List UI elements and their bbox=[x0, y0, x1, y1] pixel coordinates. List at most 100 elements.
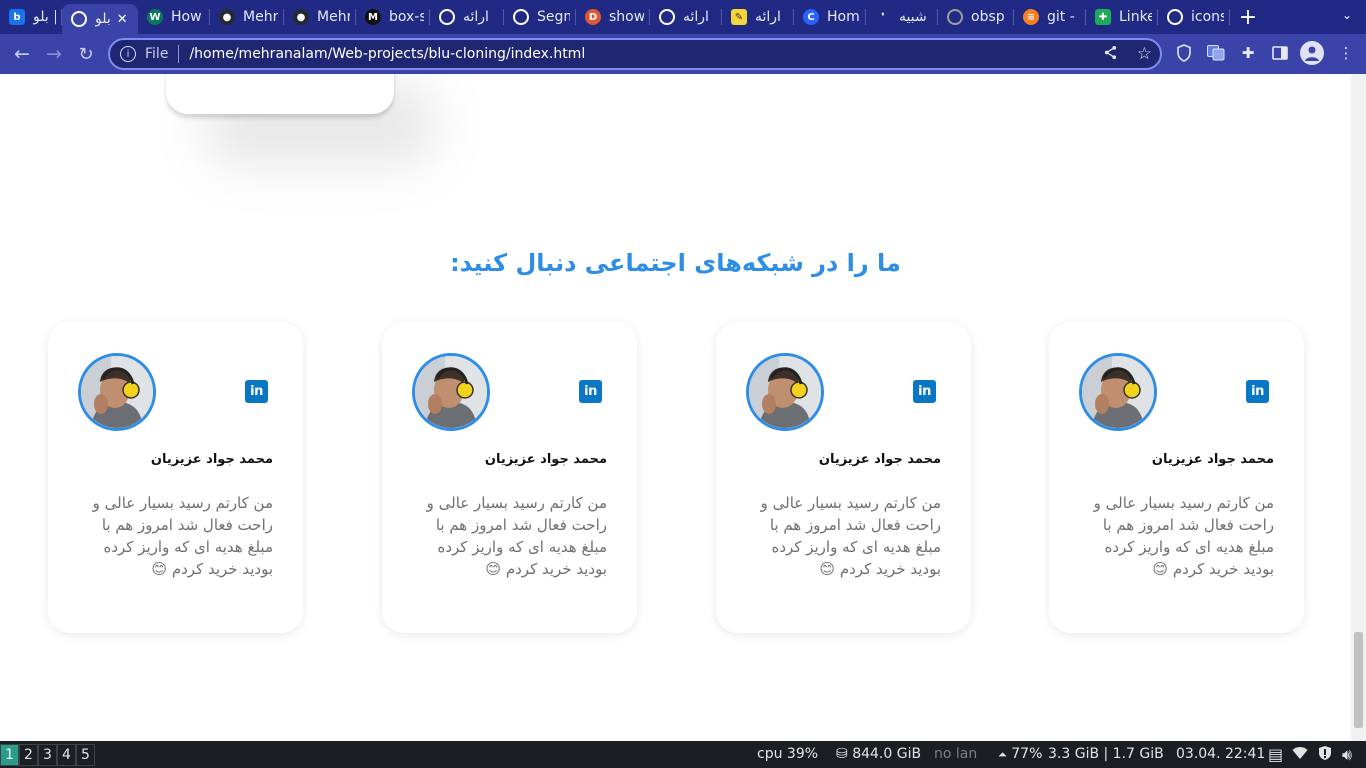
tab-title: box-s bbox=[389, 9, 424, 25]
extensions-puzzle-icon[interactable]: ✚ bbox=[1238, 43, 1258, 63]
address-url[interactable]: /home/mehranalam/Web-projects/blu-clonin… bbox=[189, 46, 585, 62]
tab-title: بلو bbox=[95, 11, 111, 27]
battery-value: 77% bbox=[1011, 746, 1043, 762]
tab-title: How bbox=[171, 9, 202, 25]
tab-title: ارائه bbox=[463, 9, 489, 25]
shield-tray-icon[interactable] bbox=[1318, 745, 1332, 765]
tab-title: شبیه bbox=[899, 9, 927, 25]
floating-card bbox=[166, 74, 394, 114]
back-button[interactable]: ← bbox=[6, 38, 38, 70]
address-divider bbox=[178, 45, 180, 63]
workspace-button[interactable]: 5 bbox=[76, 743, 95, 766]
system-statusbar: 12345 cpu 39% ⛁ 844.0 GiB no lan ⏶ 77% 3… bbox=[0, 741, 1366, 768]
globe-icon bbox=[513, 9, 529, 25]
address-bar[interactable]: i File /home/mehranalam/Web-projects/blu… bbox=[108, 38, 1162, 70]
browser-tab[interactable]: ❜ شبیه bbox=[866, 0, 938, 34]
workspace-button[interactable]: 1 bbox=[0, 743, 19, 766]
forward-button[interactable]: → bbox=[38, 38, 70, 70]
browser-tab[interactable]: ✚ Linke bbox=[1086, 0, 1158, 34]
tab-title: ارائه bbox=[755, 9, 781, 25]
avatar bbox=[412, 353, 490, 431]
browser-tab[interactable]: ارائه bbox=[650, 0, 722, 34]
linkedin-icon[interactable]: in bbox=[245, 380, 268, 403]
globe-icon bbox=[439, 9, 455, 25]
avatar bbox=[1079, 353, 1157, 431]
share-icon[interactable] bbox=[1103, 45, 1118, 64]
linkedin-icon[interactable]: in bbox=[579, 380, 602, 403]
browser-tab[interactable]: C Hom bbox=[794, 0, 866, 34]
web-page: ما را در شبکه‌های اجتماعی دنبال کنید: in… bbox=[0, 74, 1351, 741]
w-logo-icon: W bbox=[147, 9, 163, 25]
arrow-right-icon: → bbox=[46, 43, 62, 65]
translate-extension-icon[interactable] bbox=[1206, 43, 1226, 63]
network-status: no lan bbox=[934, 746, 978, 762]
browser-tab[interactable]: obsp bbox=[938, 0, 1014, 34]
testimonial-card: in محمد جواد عزیزیان من کارتم رسید بسیار ع… bbox=[716, 322, 971, 633]
duckduckgo-icon: D bbox=[585, 9, 601, 25]
avatar bbox=[78, 353, 156, 431]
arrow-left-icon: ← bbox=[14, 43, 30, 65]
bookmark-star-icon[interactable]: ☆ bbox=[1137, 44, 1152, 64]
tab-title: بلو | ... bbox=[33, 9, 56, 25]
tab-search-chevron-icon[interactable]: ⌄ bbox=[1342, 8, 1352, 22]
address-scheme-label: File bbox=[145, 46, 169, 62]
browser-tab[interactable]: ارائه bbox=[430, 0, 504, 34]
wifi-tray-icon[interactable] bbox=[1292, 745, 1308, 764]
new-tab-button[interactable]: + bbox=[1230, 5, 1266, 30]
card-quote: من کارتم رسید بسیار عالی و راحت فعال شد … bbox=[1093, 494, 1274, 578]
browser-tab[interactable]: بلو ✕ bbox=[62, 4, 138, 34]
card-author-name: محمد جواد عزیزیان bbox=[150, 452, 273, 467]
browser-tab[interactable]: ● Mehr bbox=[210, 0, 284, 34]
globe-icon bbox=[1167, 9, 1183, 25]
section-title: ما را در شبکه‌های اجتماعی دنبال کنید: bbox=[450, 249, 901, 277]
battery-status: ⏶ 77% bbox=[998, 746, 1042, 762]
side-panel-icon[interactable] bbox=[1270, 43, 1290, 63]
tab-title: show bbox=[609, 9, 644, 25]
browser-tab[interactable]: Mbox-s bbox=[356, 0, 430, 34]
c-logo-icon: C bbox=[803, 9, 819, 25]
card-quote: من کارتم رسید بسیار عالی و راحت فعال شد … bbox=[92, 494, 273, 578]
workspace-button[interactable]: 4 bbox=[57, 743, 76, 766]
globe-icon bbox=[71, 11, 87, 27]
browser-tab[interactable]: icons bbox=[1158, 0, 1230, 34]
info-icon[interactable]: i bbox=[120, 46, 136, 62]
disk-usage: ⛁ 844.0 GiB bbox=[836, 746, 921, 762]
tab-title: Segm bbox=[537, 9, 570, 25]
quote-icon: ❜ bbox=[881, 11, 885, 23]
tab-title: obsp bbox=[971, 9, 1005, 25]
page-scrollbar[interactable] bbox=[1351, 74, 1366, 741]
reload-button[interactable]: ↻ bbox=[70, 38, 102, 70]
linkedin-icon[interactable]: in bbox=[1246, 380, 1269, 403]
tab-title: Hom bbox=[827, 9, 860, 25]
workspace-button[interactable]: 3 bbox=[38, 743, 57, 766]
browser-tab[interactable]: b بلو | ... bbox=[0, 0, 62, 34]
globe-icon bbox=[947, 9, 963, 25]
tab-title: git - I bbox=[1047, 9, 1080, 25]
browser-tab[interactable]: Dshow bbox=[576, 0, 650, 34]
workspace-button[interactable]: 2 bbox=[19, 743, 38, 766]
clock: 03.04. 22:41 bbox=[1176, 746, 1266, 762]
clipboard-tray-icon[interactable]: ▤ bbox=[1268, 745, 1283, 764]
browser-tab[interactable]: ✎ ارائه bbox=[722, 0, 794, 34]
tab-title: Mehr bbox=[243, 9, 278, 25]
browser-tab[interactable]: Segm bbox=[504, 0, 576, 34]
profile-avatar-icon[interactable] bbox=[1300, 41, 1324, 65]
shield-extension-icon[interactable] bbox=[1174, 43, 1194, 63]
tab-title: Linke bbox=[1119, 9, 1152, 25]
close-tab-icon[interactable]: ✕ bbox=[117, 12, 128, 27]
github-icon: ● bbox=[293, 9, 309, 25]
scrollbar-thumb[interactable] bbox=[1354, 632, 1363, 728]
letter-b-icon: b bbox=[9, 9, 25, 25]
cpu-usage: cpu 39% bbox=[757, 746, 819, 762]
browser-tab[interactable]: ≡ git - I bbox=[1014, 0, 1086, 34]
browser-tab[interactable]: W How bbox=[138, 0, 210, 34]
testimonial-card: in محمد جواد عزیزیان من کارتم رسید بسیار ع… bbox=[382, 322, 637, 633]
volume-tray-icon[interactable]: 🔊︎ bbox=[1342, 745, 1352, 765]
plus-square-icon: ✚ bbox=[1095, 9, 1111, 25]
disk-value: 844.0 GiB bbox=[852, 746, 922, 762]
battery-icon: ⏶ bbox=[998, 748, 1007, 761]
card-author-name: محمد جواد عزیزیان bbox=[818, 452, 941, 467]
menu-kebab-icon[interactable]: ⋮ bbox=[1336, 43, 1356, 63]
linkedin-icon[interactable]: in bbox=[913, 380, 936, 403]
browser-tab[interactable]: ● Mehr bbox=[284, 0, 356, 34]
